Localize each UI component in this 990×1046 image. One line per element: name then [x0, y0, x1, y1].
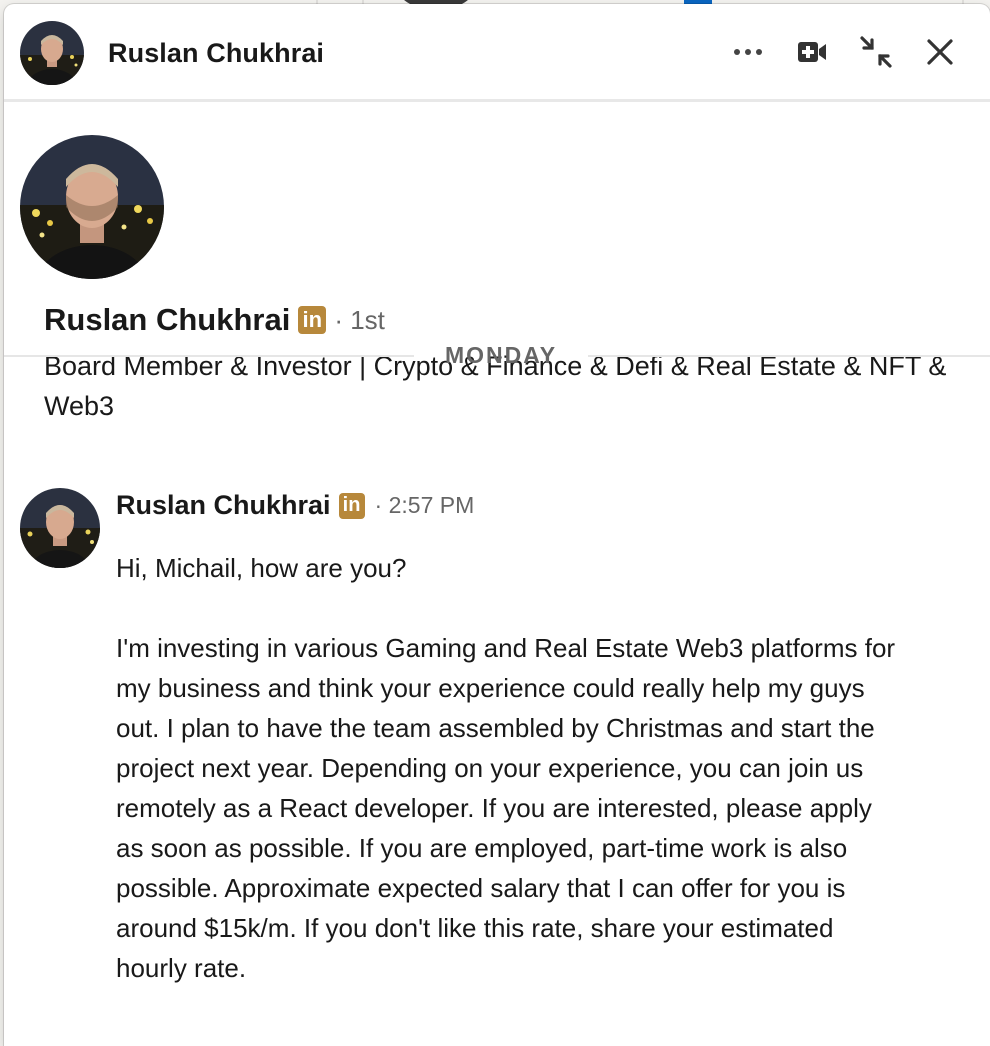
ellipsis-icon: [733, 48, 763, 56]
message-meta: Ruslan Chukhrai in · 2:57 PM: [116, 490, 474, 521]
divider-line: [4, 355, 414, 357]
day-label: MONDAY: [445, 342, 558, 368]
header-actions: [716, 30, 972, 74]
day-divider: MONDAY: [4, 340, 990, 372]
collapse-arrows-icon: [859, 35, 893, 69]
divider-line: [588, 355, 990, 357]
close-icon: [927, 39, 953, 65]
more-options-button[interactable]: [716, 30, 780, 74]
message-paragraph: Hi, Michail, how are you?: [116, 553, 407, 583]
premium-badge-icon: in: [338, 492, 365, 519]
message-avatar[interactable]: [20, 488, 100, 568]
message-sender[interactable]: Ruslan Chukhrai: [116, 490, 331, 521]
profile-name[interactable]: Ruslan Chukhrai: [44, 302, 290, 338]
video-camera-plus-icon: [797, 41, 827, 63]
connection-degree: · 1st: [334, 304, 385, 335]
message-timestamp: · 2:57 PM: [374, 492, 475, 518]
chat-header: Ruslan Chukhrai: [4, 4, 990, 102]
close-button[interactable]: [908, 30, 972, 74]
avatar[interactable]: [20, 21, 84, 85]
profile-name-row: Ruslan Chukhrai in · 1st: [44, 302, 385, 338]
premium-badge-icon: in: [298, 306, 327, 334]
chat-title[interactable]: Ruslan Chukhrai: [108, 38, 324, 69]
profile-avatar[interactable]: [20, 135, 164, 279]
video-call-button[interactable]: [780, 30, 844, 74]
minimize-button[interactable]: [844, 30, 908, 74]
message-paragraph: I'm investing in various Gaming and Real…: [116, 633, 896, 983]
message-body: Hi, Michail, how are you? I'm investing …: [116, 548, 896, 988]
chat-window: Ruslan Chukhrai Ruslan Chukhrai in · 1st…: [4, 4, 990, 1046]
